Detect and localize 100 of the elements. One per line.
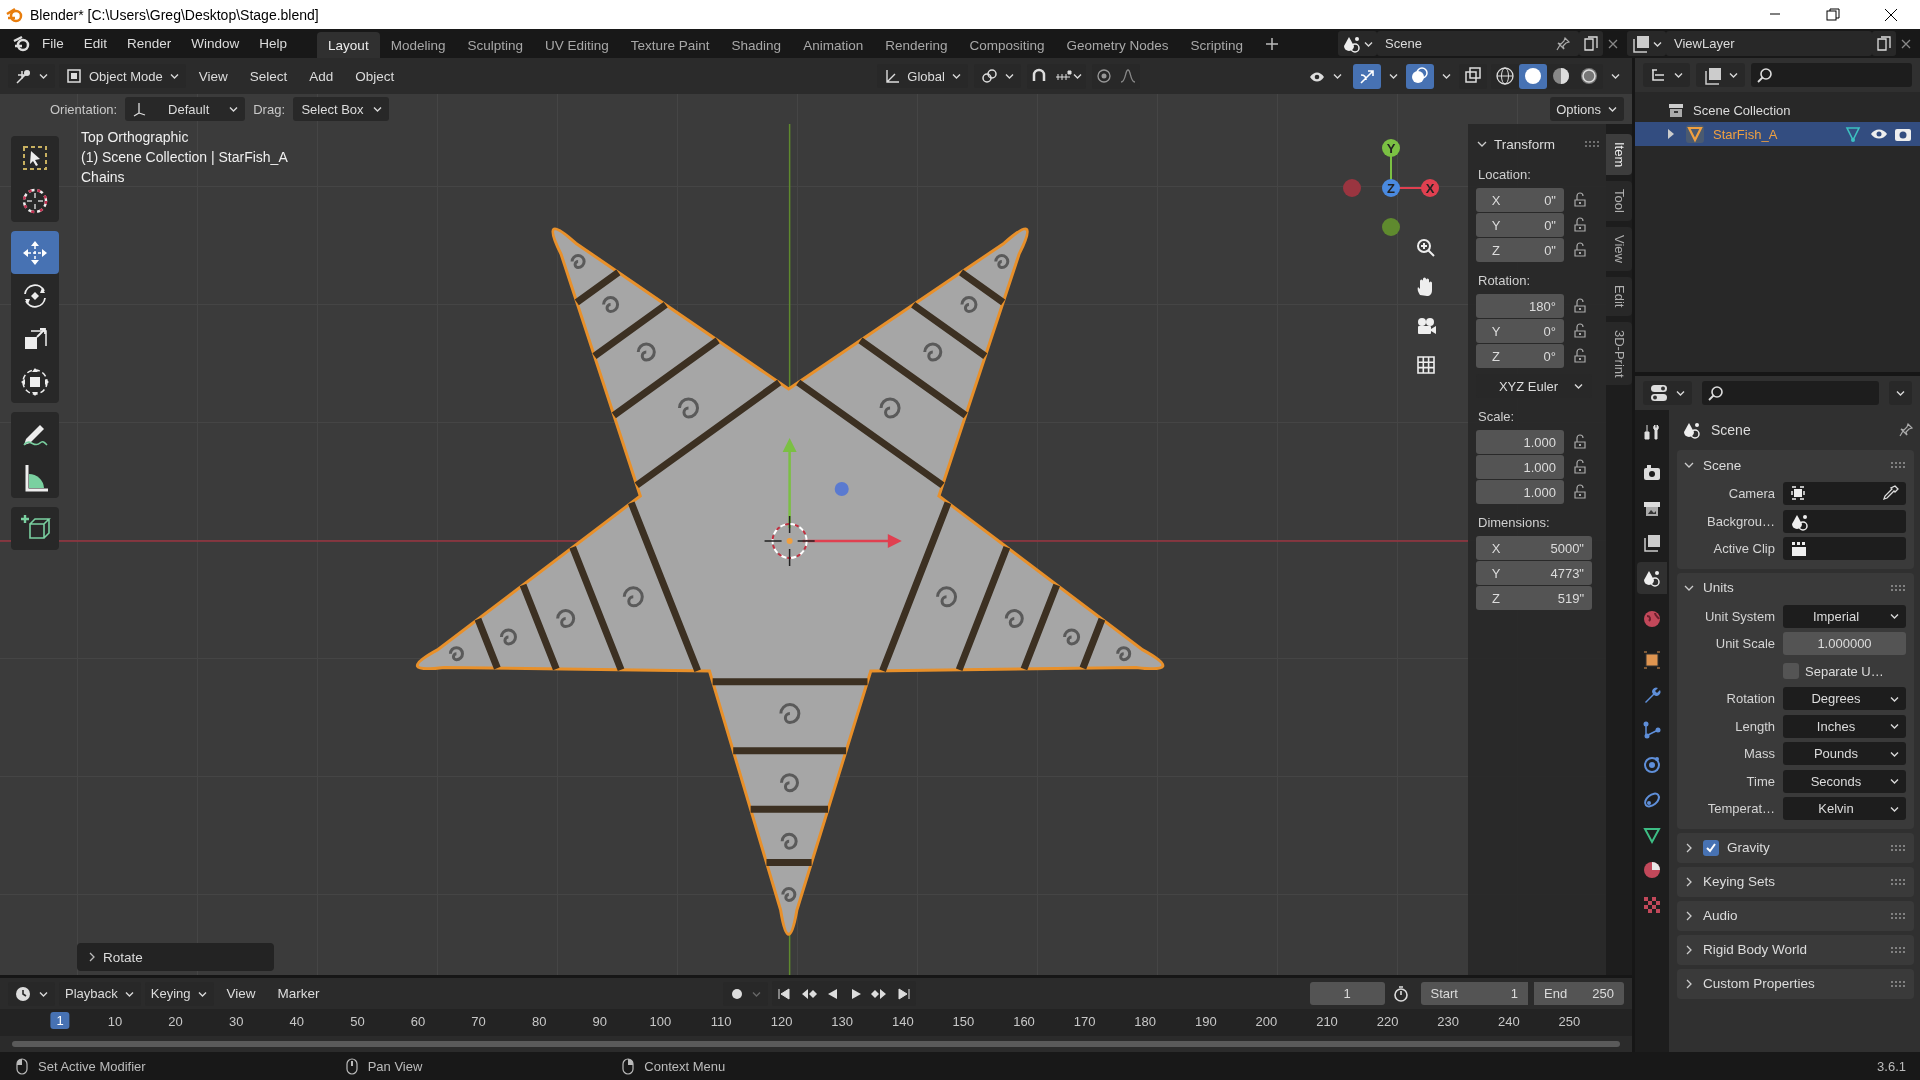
options-button[interactable]: [1889, 381, 1912, 405]
move-gizmo[interactable]: [782, 438, 902, 548]
end-frame-field[interactable]: End 250: [1534, 982, 1624, 1005]
start-frame-field[interactable]: Start 1: [1420, 982, 1528, 1005]
orientation-dropdown[interactable]: Default: [125, 97, 246, 121]
workspace-tab[interactable]: UV Editing: [534, 32, 620, 58]
axis-ball[interactable]: Y: [1382, 139, 1400, 157]
dropdown[interactable]: Imperial: [1783, 604, 1906, 628]
sidebar-tab[interactable]: Item: [1606, 134, 1632, 176]
number-field[interactable]: X 5000": [1476, 536, 1592, 560]
lock-icon[interactable]: [1572, 458, 1588, 476]
number-field[interactable]: Z 519": [1476, 586, 1592, 610]
options-dropdown[interactable]: Options: [1550, 97, 1624, 121]
menu-item[interactable]: View: [189, 68, 237, 84]
sidebar-tab[interactable]: Tool: [1606, 181, 1632, 222]
menu-item[interactable]: Window: [181, 32, 250, 55]
editor-type-button[interactable]: [1643, 63, 1690, 87]
properties-tab[interactable]: [1637, 562, 1667, 594]
last-operator-panel[interactable]: Rotate: [77, 943, 274, 971]
lock-icon[interactable]: [1572, 483, 1588, 501]
axis-ball[interactable]: X: [1421, 179, 1439, 197]
workspace-tab[interactable]: Texture Paint: [619, 32, 721, 58]
lock-icon[interactable]: [1572, 433, 1588, 451]
workspace-tab[interactable]: Geometry Nodes: [1055, 32, 1180, 58]
dropdown[interactable]: Degrees: [1783, 687, 1906, 711]
number-field[interactable]: 1.000: [1476, 480, 1564, 504]
dropdown[interactable]: Inches: [1783, 714, 1906, 738]
tree-item[interactable]: StarFish_A: [1635, 122, 1920, 146]
menu-item[interactable]: Marker: [268, 986, 329, 1001]
number-field[interactable]: Z 0": [1476, 238, 1564, 262]
sidebar-tab[interactable]: View: [1606, 227, 1632, 272]
lock-icon[interactable]: [1572, 297, 1588, 315]
view-layer-field[interactable]: ViewLayer: [1666, 31, 1872, 56]
pin-icon[interactable]: [1898, 422, 1914, 438]
viewport-toggle[interactable]: [1406, 63, 1434, 89]
stopwatch-icon[interactable]: [1391, 984, 1410, 1003]
scrollbar[interactable]: [12, 1041, 1620, 1047]
display-mode-button[interactable]: [1696, 63, 1745, 87]
dropdown[interactable]: Kelvin: [1783, 797, 1906, 821]
transform-orientation-dropdown[interactable]: Global: [877, 64, 968, 88]
menu-item[interactable]: Render: [117, 32, 182, 55]
tree-item[interactable]: Scene Collection: [1635, 98, 1920, 122]
number-field[interactable]: 1.000: [1476, 455, 1564, 479]
menu-item[interactable]: Help: [249, 32, 298, 55]
editor-type-button[interactable]: [1643, 381, 1692, 405]
workspace-tab[interactable]: Modeling: [379, 32, 457, 58]
app-logo-icon[interactable]: [12, 33, 32, 54]
number-field[interactable]: Y 0": [1476, 213, 1564, 237]
lock-icon[interactable]: [1572, 191, 1588, 209]
number-field[interactable]: Z 0°: [1476, 344, 1564, 368]
workspace-tab[interactable]: Layout: [317, 32, 380, 58]
dropdown[interactable]: Seconds: [1783, 769, 1906, 793]
restore-icon[interactable]: [1824, 5, 1842, 24]
lock-icon[interactable]: [1572, 347, 1588, 365]
pin-icon[interactable]: [1555, 35, 1571, 52]
scene-name-field[interactable]: Scene: [1377, 31, 1579, 56]
menu-item[interactable]: File: [32, 32, 74, 55]
workspace-tab[interactable]: Compositing: [958, 32, 1056, 58]
checkbox[interactable]: [1703, 839, 1719, 856]
number-field[interactable]: 1.000000: [1783, 632, 1906, 656]
lock-icon[interactable]: [1572, 216, 1588, 234]
mode-dropdown[interactable]: Object Mode: [59, 64, 186, 88]
panel-header[interactable]: Units: [1683, 572, 1906, 603]
menu-item[interactable]: Keying: [144, 981, 214, 1006]
search-field[interactable]: [1702, 381, 1879, 405]
number-field[interactable]: Y 0°: [1476, 319, 1564, 343]
panel-header[interactable]: Transform: [1476, 132, 1600, 156]
sidebar-tab[interactable]: Edit: [1606, 277, 1632, 316]
menu-item[interactable]: Add: [300, 68, 343, 84]
sidebar-tab[interactable]: 3D-Print: [1606, 321, 1632, 386]
search-field[interactable]: [1751, 63, 1912, 87]
workspace-tab[interactable]: Shading: [720, 32, 793, 58]
menu-item[interactable]: Select: [240, 68, 297, 84]
new-layer-icon[interactable]: [1875, 34, 1893, 53]
panel-header[interactable]: Scene: [1683, 450, 1906, 480]
menu-item[interactable]: View: [217, 986, 265, 1001]
grid-icon[interactable]: [1414, 353, 1438, 377]
number-field[interactable]: 180°: [1476, 294, 1564, 318]
menu-item[interactable]: Edit: [73, 32, 118, 55]
axis-ball[interactable]: Z: [1382, 179, 1400, 197]
lock-icon[interactable]: [1572, 241, 1588, 259]
workspace-tab[interactable]: Rendering: [874, 32, 959, 58]
shading-mode-button[interactable]: [1519, 63, 1547, 89]
axis-ball[interactable]: [1382, 218, 1400, 236]
data-field[interactable]: [1783, 482, 1906, 506]
scene-browse-button[interactable]: [1338, 31, 1377, 56]
current-frame-field[interactable]: 1: [1309, 982, 1385, 1005]
number-field[interactable]: Y 4773": [1476, 561, 1592, 585]
lock-icon[interactable]: [1572, 322, 1588, 340]
dropdown[interactable]: Pounds: [1783, 742, 1906, 766]
number-field[interactable]: X 0": [1476, 188, 1564, 212]
workspace-tab[interactable]: Animation: [792, 32, 875, 58]
viewport-toggle[interactable]: [1353, 63, 1381, 89]
drag-dropdown[interactable]: Select Box: [293, 97, 389, 121]
checkbox[interactable]: [1783, 663, 1799, 680]
menu-item[interactable]: Object: [346, 68, 404, 84]
menu-item[interactable]: Playback: [59, 981, 141, 1006]
workspace-tab[interactable]: Scripting: [1179, 32, 1255, 58]
plus-icon[interactable]: [1265, 36, 1280, 51]
current-frame-indicator[interactable]: 1: [50, 1012, 70, 1029]
